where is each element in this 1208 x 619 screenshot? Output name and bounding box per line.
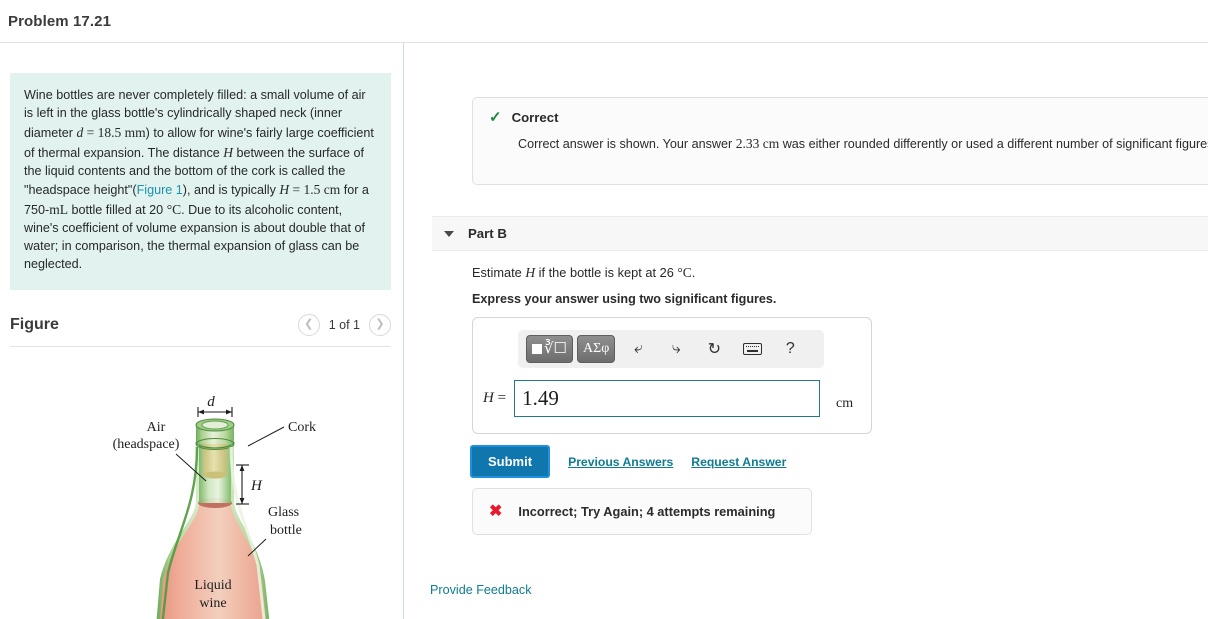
keyboard-icon[interactable] <box>737 335 767 363</box>
statement-unit-ml: mL <box>49 202 68 218</box>
question-degc: °C <box>677 265 692 280</box>
app-root: Problem 17.21 Wine bottles are never com… <box>0 0 1208 619</box>
correct-body-value: 2.33 cm <box>735 136 780 151</box>
question-variable-H: H <box>525 265 536 280</box>
figure-count-label: 1 of 1 <box>328 317 360 332</box>
figure-label-wine: wine <box>199 596 226 611</box>
answer-variable-label: H = <box>483 390 506 407</box>
answer-input-row: H = <box>483 380 869 417</box>
correct-body-prefix: Correct answer is shown. Your answer <box>518 137 736 151</box>
help-icon[interactable]: ? <box>775 335 805 363</box>
correct-feedback-box: ✓ Correct Correct answer is shown. Your … <box>472 97 1208 185</box>
math-template-button[interactable]: ∛☐ <box>526 335 574 363</box>
correct-header: ✓ Correct <box>489 110 1208 125</box>
submit-button[interactable]: Submit <box>470 445 551 478</box>
part-b-label: Part B <box>468 226 507 241</box>
submit-row: Submit Previous Answers Request Answer <box>470 445 786 478</box>
figure-nav: ❮ 1 of 1 ❯ <box>297 313 391 336</box>
white-square-icon <box>532 344 542 354</box>
part-b-question: Estimate H if the bottle is kept at 26 °… <box>472 265 695 281</box>
figure-1-link[interactable]: Figure 1 <box>137 183 183 197</box>
statement-text-4: ), and is typically <box>182 183 280 198</box>
question-suffix: if the bottle is kept at 26 <box>535 265 678 280</box>
statement-eq-H: = 1.5 cm <box>289 182 341 198</box>
help-icon-label: ? <box>785 340 795 357</box>
incorrect-feedback-box: ✖ Incorrect; Try Again; 4 attempts remai… <box>472 488 812 535</box>
part-b-header[interactable]: Part B <box>432 216 1208 251</box>
left-panel: Wine bottles are never completely filled… <box>0 43 404 619</box>
incorrect-message: Incorrect; Try Again; 4 attempts remaini… <box>518 504 776 519</box>
question-end: . <box>691 265 696 280</box>
variable-H: H <box>223 144 234 160</box>
chevron-right-icon[interactable]: ❯ <box>369 313 391 336</box>
figure-title: Figure <box>10 315 59 333</box>
greek-symbols-button[interactable]: ΑΣφ <box>577 335 616 363</box>
correct-status-label: Correct <box>511 110 559 125</box>
check-icon: ✓ <box>489 109 502 126</box>
figure-label-d: d <box>207 394 215 410</box>
page-title: Problem 17.21 <box>8 12 112 30</box>
answer-variable-symbol: H <box>483 390 494 406</box>
figure-label-glass: Glass <box>268 505 299 520</box>
figure-label-liquid: Liquid <box>194 578 231 593</box>
variable-H-2: H <box>279 182 290 198</box>
figure-label-headspace: (headspace) <box>113 437 180 452</box>
figure-image: d Cork Air (headspace) H Glass bottle Li… <box>0 351 403 619</box>
provide-feedback-link[interactable]: Provide Feedback <box>430 583 532 597</box>
caret-down-icon[interactable] <box>444 230 454 237</box>
figure-label-air: Air <box>147 420 166 435</box>
figure-header: Figure ❮ 1 of 1 ❯ <box>10 313 391 347</box>
redo-icon[interactable]: ⤷ <box>661 335 691 363</box>
question-prefix: Estimate <box>472 265 526 280</box>
statement-degc: °C <box>166 202 182 218</box>
statement-text-6: bottle filled at 20 <box>67 203 167 218</box>
answer-unit-label: cm <box>836 396 854 411</box>
math-toolbar: ∛☐ ΑΣφ ⤶ ⤷ ↻ ? <box>518 330 824 368</box>
figure-label-cork: Cork <box>288 420 316 435</box>
radical-icon: ∛☐ <box>544 340 568 357</box>
request-answer-link[interactable]: Request Answer <box>691 455 786 469</box>
statement-eq-d: = 18.5 mm <box>83 124 146 140</box>
significant-figures-instruction: Express your answer using two significan… <box>472 292 777 306</box>
figure-label-H: H <box>250 478 263 494</box>
greek-letters-label: ΑΣφ <box>583 341 610 356</box>
answer-input[interactable] <box>514 380 821 417</box>
problem-statement: Wine bottles are never completely filled… <box>10 73 391 290</box>
correct-body-text: Correct answer is shown. Your answer 2.3… <box>518 134 1208 154</box>
correct-body-suffix: was either rounded differently or used a… <box>782 137 1208 151</box>
answer-equals-sign: = <box>497 390 507 406</box>
reset-icon[interactable]: ↻ <box>699 335 729 363</box>
answer-widget: ∛☐ ΑΣφ ⤶ ⤷ ↻ ? H = <box>472 317 872 434</box>
wine-bottle-diagram: d Cork Air (headspace) H Glass bottle Li… <box>113 394 316 619</box>
previous-answers-link[interactable]: Previous Answers <box>568 455 673 469</box>
figure-label-bottle: bottle <box>270 523 302 538</box>
chevron-left-icon[interactable]: ❮ <box>297 313 320 336</box>
top-bar: Problem 17.21 <box>0 0 1208 43</box>
undo-icon[interactable]: ⤶ <box>623 335 653 363</box>
x-icon: ✖ <box>489 502 503 520</box>
